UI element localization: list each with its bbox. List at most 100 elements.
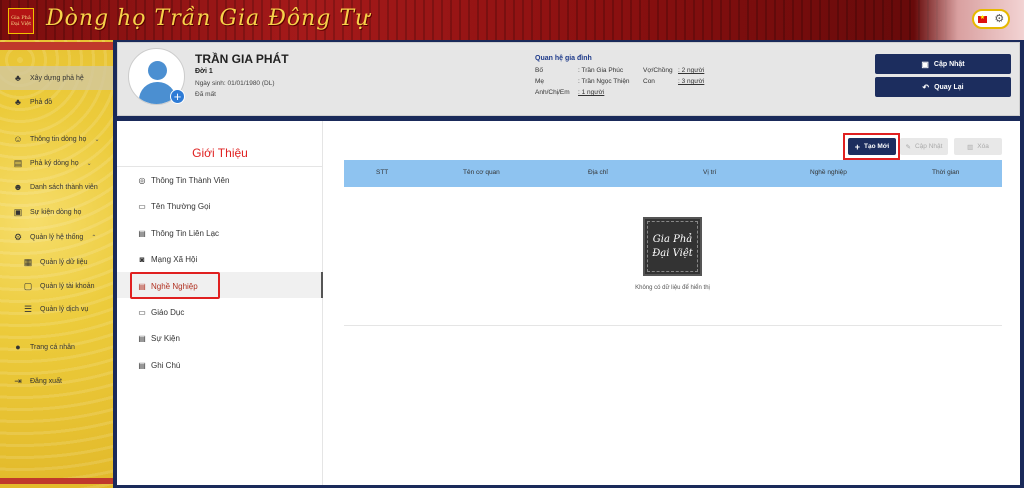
menu-highlight-box	[130, 272, 220, 299]
tree-icon: ♣	[15, 73, 21, 83]
site-title: Dòng họ Trần Gia Đông Tự	[46, 6, 371, 31]
menu-item-social[interactable]: ◙ Mạng Xã Hội	[137, 254, 198, 264]
relation-spouse-label: Vợ/Chồng	[643, 67, 673, 74]
menu-item-member-info[interactable]: ◎ Thông Tin Thành Viên	[137, 175, 230, 185]
sidebar-item-events[interactable]: ▣ Sự kiện dòng họ	[0, 200, 113, 224]
member-generation: Đời 1	[195, 68, 213, 75]
relation-siblings-label: Anh/Chị/Em	[535, 89, 570, 96]
column-header[interactable]: STT	[376, 169, 388, 176]
column-header[interactable]: Địa chỉ	[588, 169, 608, 176]
member-birth-date: Ngày sinh: 01/01/1980 (DL)	[195, 80, 275, 87]
sidebar-item-members[interactable]: ☻ Danh sách thành viên	[0, 175, 113, 199]
book-icon: ▤	[13, 157, 23, 168]
add-photo-icon[interactable]: +	[170, 89, 185, 104]
empty-state-text: Không có dữ liệu để hiển thị	[635, 285, 710, 291]
sidebar-item-logout[interactable]: ⇥ Đăng xuất	[0, 369, 113, 393]
sidebar-item-family-records[interactable]: ▤ Phả ký dòng họ ⌄	[0, 151, 113, 175]
menu-item-nickname[interactable]: ▭ Tên Thường Gọi	[137, 201, 210, 211]
instagram-icon: ◙	[139, 254, 145, 264]
menu-item-education[interactable]: ▭ Giáo Dục	[137, 307, 184, 317]
avatar-head	[148, 61, 167, 80]
sidebar-item-family-chart[interactable]: ♣ Phả đồ	[0, 90, 113, 114]
sidebar-item-label: Quản lý dịch vụ	[40, 305, 89, 313]
sidebar-item-label: Phả ký dòng họ	[30, 159, 79, 167]
save-icon: ▣	[921, 59, 929, 69]
sidebar-item-label: Phả đồ	[30, 98, 53, 106]
sidebar-item-services[interactable]: ☰ Quản lý dịch vụ	[0, 297, 113, 321]
sidebar-item-data[interactable]: ▦ Quản lý dữ liệu	[0, 250, 113, 274]
sidebar-item-label: Quản lý hệ thống	[30, 233, 84, 241]
database-icon: ▦	[23, 256, 33, 267]
delete-button[interactable]: ▥ Xóa	[954, 138, 1002, 155]
chevron-down-icon: ⌄	[86, 160, 92, 167]
sidebar-item-label: Thông tin dòng họ	[30, 135, 87, 143]
intro-title: Giới Thiệu	[192, 146, 248, 160]
menu-item-notes[interactable]: ▤ Ghi Chú	[137, 360, 180, 370]
sidebar-item-accounts[interactable]: ▢ Quản lý tài khoản	[0, 274, 113, 298]
top-banner: Gia Phả Đại Việt Dòng họ Trần Gia Đông T…	[0, 0, 1024, 40]
relation-father-value: : Trần Gia Phúc	[578, 67, 624, 74]
pencil-icon: ✎	[905, 143, 911, 151]
chevron-down-icon: ⌄	[94, 136, 100, 143]
menu-active-indicator	[321, 272, 323, 298]
create-highlight-box	[843, 133, 900, 160]
empty-state-logo: Gia Phả Đại Việt	[643, 217, 702, 276]
account-icon: ▢	[23, 280, 33, 291]
sidebar-item-build-tree[interactable]: ♣ Xây dựng phả hệ	[0, 66, 113, 90]
sidebar-item-label: Quản lý dữ liệu	[40, 258, 88, 266]
relation-children-label: Con	[643, 78, 655, 85]
sidebar-item-label: Sự kiện dòng họ	[30, 208, 82, 216]
sidebar-item-label: Quản lý tài khoản	[40, 282, 95, 290]
relations-title: Quan hệ gia đình	[535, 55, 592, 62]
calendar-icon: ▣	[13, 206, 23, 217]
update-button[interactable]: ✎ Cập Nhật	[900, 138, 948, 155]
trash-icon: ▥	[967, 143, 974, 151]
sidebar-item-system[interactable]: ⚙ Quản lý hệ thống ⌃	[0, 225, 113, 249]
intro-panel: Giới Thiệu ◎ Thông Tin Thành Viên ▭ Tên …	[117, 121, 323, 485]
sidebar-strip-bottom	[0, 478, 113, 484]
update-profile-button[interactable]: ▣ Cập Nhật	[875, 54, 1011, 74]
sidebar: ♣ Xây dựng phả hệ ♣ Phả đồ ☺ Thông tin d…	[0, 40, 113, 488]
document-icon: ▤	[138, 333, 146, 343]
column-header[interactable]: Vị trí	[703, 169, 716, 176]
sidebar-item-profile[interactable]: ● Trang cá nhân	[0, 335, 113, 359]
column-header[interactable]: Thời gian	[932, 169, 959, 176]
relation-siblings-value[interactable]: : 1 người	[578, 89, 604, 96]
top-actions: ⚙	[972, 9, 1010, 29]
column-header[interactable]: Tên cơ quan	[463, 169, 500, 176]
list-icon: ☰	[23, 303, 33, 314]
id-card-icon: ▭	[138, 201, 146, 211]
member-name: TRẦN GIA PHÁT	[195, 52, 289, 66]
settings-icon: ⚙	[13, 231, 23, 242]
vietnam-flag-icon[interactable]	[977, 14, 987, 23]
gear-icon[interactable]: ⚙	[994, 13, 1004, 25]
relation-children-value[interactable]: : 3 người	[678, 78, 704, 85]
id-card-icon: ▭	[138, 307, 146, 317]
divider	[117, 166, 323, 167]
sidebar-item-family-info[interactable]: ☺ Thông tin dòng họ ⌄	[0, 127, 113, 151]
sidebar-item-label: Đăng xuất	[30, 377, 62, 385]
sidebar-item-label: Xây dựng phả hệ	[30, 74, 84, 82]
relation-mother-value: : Trần Ngọc Thiện	[578, 78, 630, 85]
contact-icon: ▤	[138, 228, 146, 238]
sidebar-item-label: Trang cá nhân	[30, 343, 75, 351]
sidebar-item-label: Danh sách thành viên	[30, 183, 98, 191]
chevron-up-icon: ⌃	[91, 234, 97, 241]
undo-icon: ↶	[922, 82, 930, 92]
profile-header: + TRẦN GIA PHÁT Đời 1 Ngày sinh: 01/01/1…	[117, 42, 1020, 116]
site-logo[interactable]: Gia Phả Đại Việt	[8, 8, 34, 34]
relation-father-label: Bố	[535, 67, 543, 74]
menu-item-events[interactable]: ▤ Sự Kiện	[137, 333, 180, 343]
menu-item-contact[interactable]: ▤ Thông Tin Liên Lạc	[137, 228, 219, 238]
content-area: Giới Thiệu ◎ Thông Tin Thành Viên ▭ Tên …	[117, 121, 1020, 485]
relation-spouse-value[interactable]: : 2 người	[678, 67, 704, 74]
relation-mother-label: Mẹ	[535, 78, 545, 85]
column-header[interactable]: Nghề nghiệp	[810, 169, 847, 176]
group-icon: ☻	[13, 182, 23, 192]
user-circle-icon: ◎	[138, 175, 146, 185]
logout-icon: ⇥	[14, 375, 22, 386]
table-footer-divider	[344, 325, 1002, 326]
back-button[interactable]: ↶ Quay Lại	[875, 77, 1011, 97]
logo-text: Gia Phả Đại Việt	[10, 15, 32, 27]
document-icon: ▤	[138, 360, 146, 370]
